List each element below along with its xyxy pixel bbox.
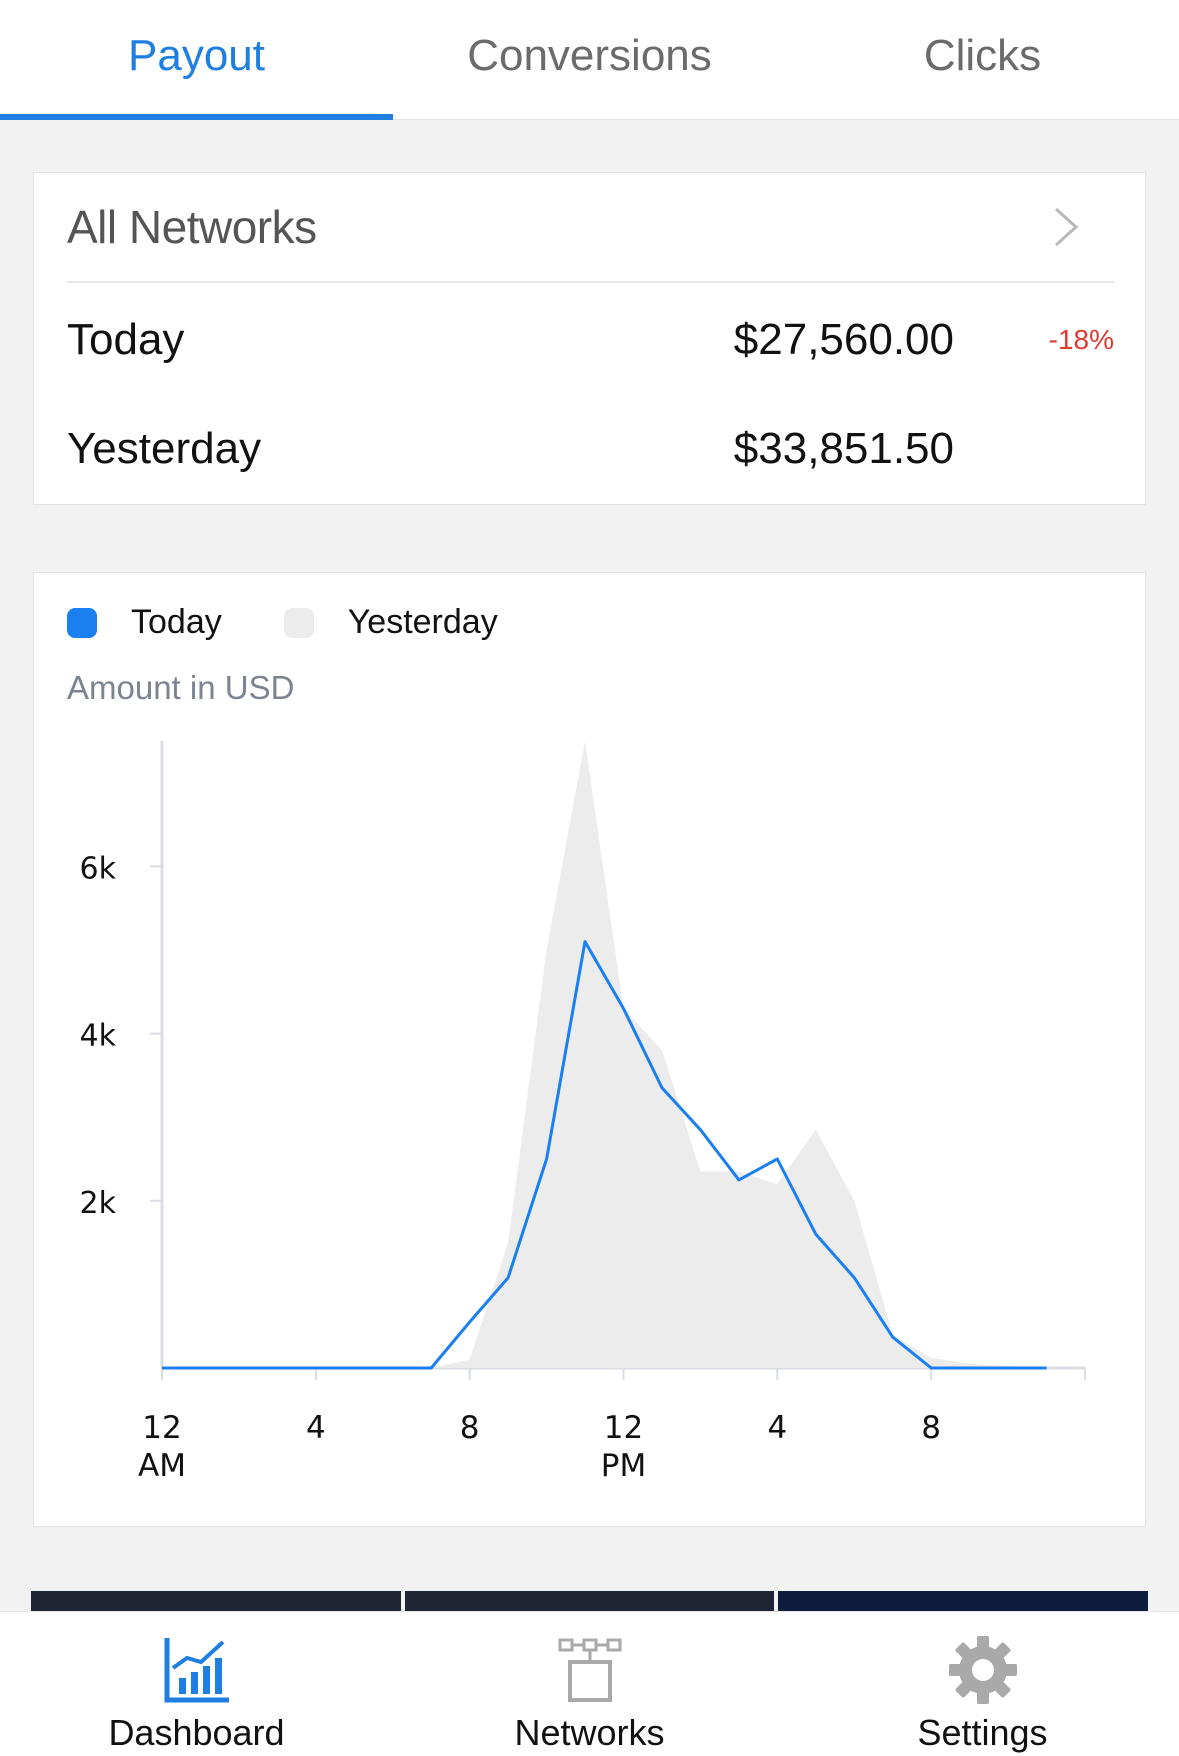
x-tick-label: 12 [604,1410,643,1446]
x-tick-label: 8 [921,1410,941,1446]
nav-settings[interactable]: Settings [786,1612,1179,1756]
network-selector-label: All Networks [67,201,317,253]
today-value: $27,560.00 [733,315,954,364]
y-tick-label: 2k [80,1186,117,1221]
x-tick-label: 4 [767,1410,787,1446]
x-tick-label: PM [601,1448,646,1484]
x-tick-label: 8 [460,1410,480,1446]
chart-card: 2k 4k 6k 12 AM 4 8 12 PM 4 8 Today Yesterday Amoun… [33,572,1146,1527]
y-axis-label: Amount in USD [67,669,295,706]
payout-chart: 2k4k6k12AM4 8 12PM4 8 [80,741,1086,1484]
change-badge: -18% [1048,324,1114,355]
tab-payout[interactable]: Payout [0,0,393,120]
yesterday-row: Yesterday $33,851.50 [67,414,1114,484]
legend-yesterday-label: Yesterday [347,603,498,641]
chevron-right-icon [1054,207,1079,247]
x-tick-label: 4 [306,1410,326,1446]
strip-card-1 [31,1591,401,1611]
tab-clicks-label: Clicks [923,31,1042,80]
top-tab-bar: Payout Conversions Clicks [0,0,1179,120]
x-tick-label: AM [138,1448,186,1484]
legend-today-swatch [67,607,97,638]
bottom-nav: Dashboard Networks Settings [0,1611,1179,1756]
network-icon [558,1638,621,1702]
tab-payout-label: Payout [128,31,265,80]
legend-today-label: Today [131,603,222,641]
nav-dashboard-label: Dashboard [108,1712,285,1753]
yesterday-value: $33,851.50 [733,424,954,473]
today-label: Today [67,315,185,364]
active-tab-indicator [0,114,393,120]
nav-networks[interactable]: Networks [393,1612,786,1756]
yesterday-label: Yesterday [67,424,262,473]
y-tick-label: 6k [80,851,117,886]
chart-legend: Today Yesterday [67,603,560,642]
tab-conversions[interactable]: Conversions [393,0,786,112]
nav-networks-label: Networks [514,1712,665,1753]
nav-dashboard[interactable]: Dashboard [0,1612,393,1756]
tab-conversions-label: Conversions [467,31,712,80]
today-row: Today $27,560.00 -18% [67,305,1114,375]
x-tick-label: 12 [142,1410,181,1446]
y-tick-label: 4k [80,1019,117,1054]
strip-card-2 [405,1591,774,1611]
dashboard-chart-icon [164,1638,229,1703]
strip-card-3 [778,1591,1148,1611]
legend-yesterday-swatch [283,607,314,638]
tab-clicks[interactable]: Clicks [786,0,1179,112]
nav-settings-label: Settings [917,1712,1048,1753]
gear-icon [948,1636,1017,1704]
payout-summary-card: All Networks Today $27,560.00 -18% Yeste… [33,172,1146,505]
series-yesterday-area [162,741,1047,1368]
network-selector-row[interactable]: All Networks [67,173,1114,283]
